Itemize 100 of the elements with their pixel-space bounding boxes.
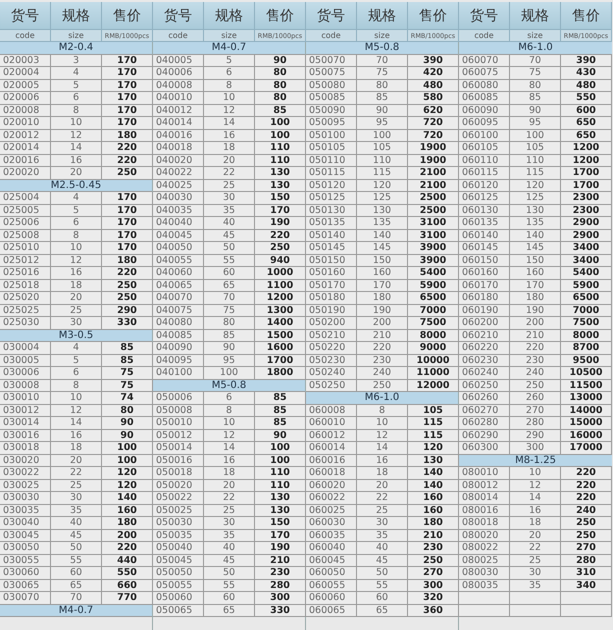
table-cell: 050090	[306, 104, 357, 117]
table-cell: 250	[357, 380, 408, 392]
column-header: 规格	[510, 2, 561, 30]
column-subheader: size	[510, 30, 561, 42]
table-cell: 120	[102, 480, 153, 492]
table-cell: 040070	[153, 292, 204, 304]
table-cell: 1500	[255, 330, 306, 342]
table-cell: 230	[357, 354, 408, 367]
table-cell: 050230	[306, 354, 357, 367]
table-cell: 270	[561, 542, 612, 554]
table-cell: 580	[408, 92, 459, 104]
table-cell: 030060	[0, 567, 51, 580]
column-header: 货号	[153, 2, 204, 30]
table-cell: 115	[408, 430, 459, 442]
table-cell: 145	[510, 242, 561, 254]
table-cell: 100	[204, 367, 255, 380]
table-cell: 060055	[306, 580, 357, 592]
table-cell: 060100	[459, 130, 510, 142]
table-cell: 2500	[408, 192, 459, 204]
table-cell: 170	[102, 230, 153, 242]
table-cell: 060080	[459, 80, 510, 92]
table-cell: 6500	[408, 292, 459, 304]
table-cell: 030055	[0, 554, 51, 567]
column-header: 售价	[408, 2, 459, 30]
table-cell: 8	[204, 404, 255, 417]
table-cell: 060016	[306, 454, 357, 467]
table-cell: 050135	[306, 217, 357, 230]
table-cell: 90	[255, 54, 306, 67]
table-cell: 080035	[459, 580, 510, 592]
table-cell: 060240	[459, 367, 510, 380]
table-cell: 260	[510, 392, 561, 404]
table-cell: 300	[510, 442, 561, 454]
table-cell: 10	[51, 117, 102, 130]
table-cell: 060105	[459, 142, 510, 154]
table-cell: 060260	[459, 392, 510, 404]
table-cell: 80	[255, 92, 306, 104]
table-cell: 040005	[153, 54, 204, 67]
table-cell: 040040	[153, 217, 204, 230]
table-cell: 660	[102, 580, 153, 592]
table-cell: 30	[510, 567, 561, 580]
table-cell: 18	[204, 467, 255, 480]
table-cell: 020006	[0, 92, 51, 104]
table-cell: 170	[255, 530, 306, 542]
table-cell: 25	[510, 554, 561, 567]
table-cell: 150	[510, 254, 561, 267]
table-cell: 040080	[153, 317, 204, 330]
column-header: 售价	[255, 2, 306, 30]
table-cell: 70	[357, 54, 408, 67]
table-cell: 14	[204, 442, 255, 454]
table-cell: 040100	[153, 367, 204, 380]
table-cell: 030022	[0, 467, 51, 480]
table-cell: 1300	[255, 304, 306, 317]
table-cell: 025025	[0, 304, 51, 317]
table-cell: 050080	[306, 80, 357, 92]
table-cell: 10	[204, 417, 255, 430]
table-cell: 040022	[153, 167, 204, 180]
table-cell: 030035	[0, 504, 51, 517]
table-cell: 10	[357, 417, 408, 430]
table-cell: 250	[408, 554, 459, 567]
table-cell: 8	[51, 230, 102, 242]
table-cell: 030016	[0, 430, 51, 442]
table-cell: 4	[51, 342, 102, 354]
table-cell: 060025	[306, 504, 357, 517]
table-cell: 190	[357, 304, 408, 317]
table-cell: 050095	[306, 117, 357, 130]
table-cell: 020020	[0, 167, 51, 180]
table-cell: 030014	[0, 417, 51, 430]
table-cell: 620	[408, 104, 459, 117]
table-cell: 105	[510, 142, 561, 154]
table-cell: 1700	[561, 167, 612, 180]
table-cell: 10	[510, 467, 561, 480]
table-cell: 060200	[459, 317, 510, 330]
table-cell: 220	[102, 542, 153, 554]
table-cell: 5	[51, 204, 102, 217]
table-cell: 720	[408, 130, 459, 142]
table-cell: 70	[510, 54, 561, 67]
table-cell: 100	[510, 130, 561, 142]
table-cell: 150	[255, 517, 306, 530]
table-cell: 12	[51, 404, 102, 417]
table-cell: 80	[357, 80, 408, 92]
table-cell: 85	[255, 104, 306, 117]
table-cell: 14	[51, 142, 102, 154]
table-cell: 040025	[153, 180, 204, 192]
table-cell: 220	[255, 230, 306, 242]
table-cell: 8000	[561, 330, 612, 342]
table-cell: 8	[357, 404, 408, 417]
section-header: M5-0.8	[306, 42, 458, 54]
table-cell: 050105	[306, 142, 357, 154]
table-cell: 030030	[0, 492, 51, 504]
table-cell: 1700	[255, 354, 306, 367]
table-cell: 230	[408, 542, 459, 554]
table-cell: 85	[204, 330, 255, 342]
table-cell: 16000	[561, 430, 612, 442]
table-cell: 135	[357, 217, 408, 230]
table-cell: 050035	[153, 530, 204, 542]
table-cell: 080014	[459, 492, 510, 504]
table-cell: 080022	[459, 542, 510, 554]
table-cell: 60	[51, 567, 102, 580]
table-cell: 8	[51, 380, 102, 392]
table-cell: 25	[51, 480, 102, 492]
